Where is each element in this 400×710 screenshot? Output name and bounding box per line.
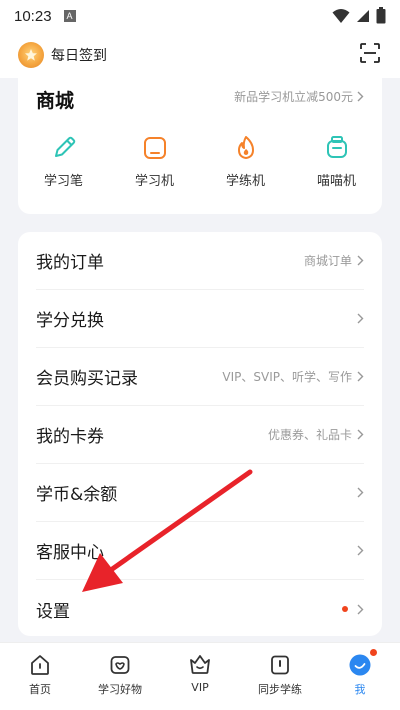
menu-item-hint: 商城订单: [303, 254, 352, 268]
mall-card: 商城 新品学习机立减500元 学习笔 学习机 学练机 喵喵机: [18, 78, 382, 214]
status-time: 10:23: [14, 7, 52, 25]
daily-checkin-button[interactable]: 每日签到: [18, 42, 107, 68]
notification-a-icon: A: [63, 10, 76, 22]
menu-item-label: 设置: [36, 601, 70, 622]
wifi-icon: [332, 8, 350, 23]
printer-icon: [326, 136, 347, 158]
menu-item-settings[interactable]: 设置: [36, 580, 364, 638]
battery-icon: [376, 7, 386, 24]
mall-promo-text: 新品学习机立减500元: [234, 90, 353, 104]
tablet-icon: [143, 137, 166, 159]
tab-vip[interactable]: VIP: [160, 643, 240, 710]
mall-promo-link[interactable]: 新品学习机立减500元: [234, 88, 364, 105]
me-icon: [349, 654, 371, 676]
tab-me[interactable]: 我: [320, 643, 400, 710]
tab-label: 我: [354, 683, 366, 696]
menu-item-coins-balance[interactable]: 学币&余额: [36, 464, 364, 522]
notification-dot: [342, 606, 348, 612]
home-icon: [31, 655, 49, 675]
mall-item-printer[interactable]: 喵喵机: [291, 134, 382, 189]
mall-item-label: 学练机: [225, 174, 265, 189]
status-icons: [332, 7, 386, 24]
chevron-right-icon: [357, 255, 364, 266]
menu-item-label: 我的订单: [36, 253, 104, 273]
tab-study-goods[interactable]: 学习好物: [80, 643, 160, 710]
account-menu-card: 我的订单 商城订单 学分兑换 会员购买记录 VIP、SVIP、听学、写作 我的卡…: [18, 232, 382, 636]
shop-bag-icon: [110, 656, 130, 674]
vip-crown-icon: [190, 655, 210, 674]
book-icon: [271, 655, 289, 675]
tab-sync-practice[interactable]: 同步学练: [240, 643, 320, 710]
mall-item-tablet[interactable]: 学习机: [109, 134, 200, 189]
menu-item-label: 学币&余额: [36, 485, 118, 505]
menu-item-label: 学分兑换: [36, 311, 104, 331]
menu-item-label: 会员购买记录: [36, 369, 138, 389]
chevron-right-icon: [357, 545, 364, 556]
menu-item-orders[interactable]: 我的订单 商城订单: [36, 232, 364, 290]
bottom-tab-bar: 首页 学习好物 VIP 同步学练 我: [0, 642, 400, 710]
mall-item-label: 学习笔: [43, 174, 83, 189]
tab-home[interactable]: 首页: [0, 643, 80, 710]
mall-title: 商城: [36, 90, 75, 112]
mall-item-practice[interactable]: 学练机: [200, 134, 291, 189]
pen-icon: [54, 136, 75, 157]
scan-icon[interactable]: [360, 43, 380, 63]
tab-label: 首页: [29, 683, 51, 696]
mall-item-label: 学习机: [134, 174, 174, 189]
status-bar: 10:23 A: [0, 0, 400, 32]
menu-item-credit-exchange[interactable]: 学分兑换: [36, 290, 364, 348]
menu-item-label: 客服中心: [36, 543, 104, 563]
checkin-label: 每日签到: [51, 48, 107, 64]
menu-item-customer-service[interactable]: 客服中心: [36, 522, 364, 580]
mall-items: 学习笔 学习机 学练机 喵喵机: [18, 134, 382, 189]
cellular-signal-icon: [357, 9, 369, 22]
chevron-right-icon: [357, 91, 364, 102]
checkin-medal-icon: [18, 42, 44, 68]
notification-dot: [370, 649, 377, 656]
menu-item-coupons[interactable]: 我的卡券 优惠券、礼品卡: [36, 406, 364, 464]
chevron-right-icon: [357, 313, 364, 324]
profile-header: 每日签到: [0, 32, 400, 78]
chevron-right-icon: [357, 371, 364, 382]
tab-label: 学习好物: [98, 683, 142, 696]
mall-item-label: 喵喵机: [316, 174, 356, 189]
chevron-right-icon: [357, 487, 364, 498]
menu-item-hint: 优惠券、礼品卡: [267, 428, 352, 442]
menu-item-hint: VIP、SVIP、听学、写作: [222, 370, 352, 384]
tab-label: 同步学练: [258, 683, 302, 696]
tab-label: VIP: [191, 681, 209, 694]
mall-item-pen[interactable]: 学习笔: [18, 134, 109, 189]
chevron-right-icon: [357, 604, 364, 614]
flame-icon: [237, 136, 254, 159]
menu-item-membership-records[interactable]: 会员购买记录 VIP、SVIP、听学、写作: [36, 348, 364, 406]
menu-item-label: 我的卡券: [36, 427, 104, 447]
chevron-right-icon: [357, 429, 364, 440]
